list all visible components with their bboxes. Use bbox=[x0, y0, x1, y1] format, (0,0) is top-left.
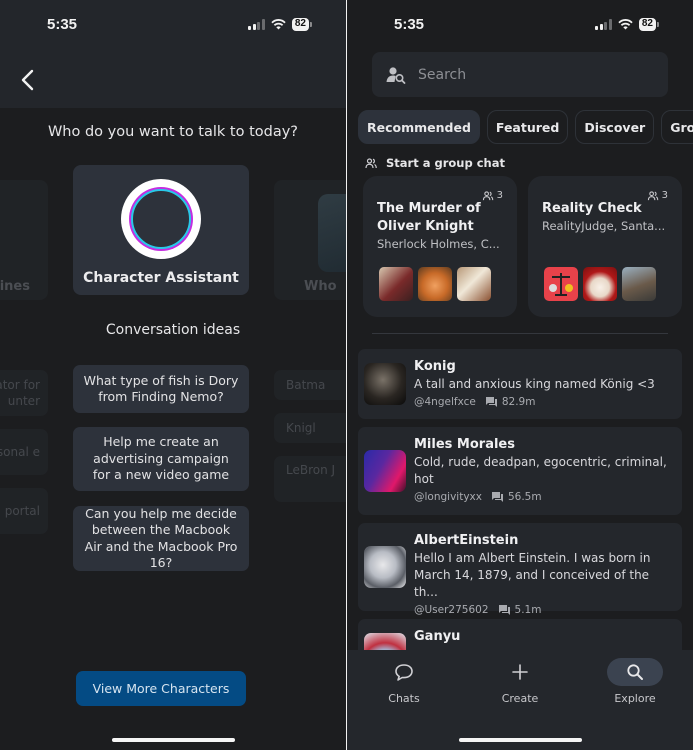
avatar-napoleon bbox=[457, 267, 491, 301]
chat-bubble-icon bbox=[395, 663, 413, 681]
chat-count: 82.9m bbox=[501, 396, 536, 408]
avatar-reality-judge bbox=[544, 267, 578, 301]
tab-discover[interactable]: Discover bbox=[575, 110, 655, 144]
idea-chip-faded[interactable]: Batma bbox=[274, 370, 346, 400]
creator-handle: @User275602 bbox=[414, 604, 489, 616]
idea-chip-faded[interactable]: ator for unter bbox=[0, 370, 48, 416]
group-chat-label: Start a group chat bbox=[386, 156, 505, 170]
character-name: lines bbox=[0, 279, 30, 294]
character-avatar bbox=[318, 194, 346, 272]
character-description: Cold, rude, deadpan, egocentric, crimina… bbox=[414, 455, 667, 486]
nav-explore[interactable]: Explore bbox=[595, 658, 675, 705]
wifi-icon bbox=[618, 19, 633, 30]
conversation-ideas-title: Conversation ideas bbox=[105, 322, 241, 338]
character-name: Who bbox=[304, 279, 337, 294]
status-time: 5:35 bbox=[47, 16, 78, 33]
character-card-assistant[interactable]: Character Assistant bbox=[73, 165, 249, 295]
avatar-sherlock bbox=[379, 267, 413, 301]
avatar-bigfoot bbox=[622, 267, 656, 301]
group-card[interactable]: 3 The Murder of Oliver Knight Sherlock H… bbox=[363, 176, 517, 317]
idea-chip-faded[interactable]: LeBron J bbox=[274, 456, 346, 502]
creator-handle: @4ngelfxce bbox=[414, 396, 476, 408]
plus-icon bbox=[512, 664, 528, 680]
character-name: Konig bbox=[414, 359, 456, 374]
chat-count-icon bbox=[491, 492, 503, 502]
view-more-characters-button[interactable]: View More Characters bbox=[76, 671, 246, 706]
character-description: Hello I am Albert Einstein. I was born i… bbox=[414, 551, 651, 599]
idea-chip[interactable]: Can you help me decide between the Macbo… bbox=[73, 506, 249, 571]
explore-screen: 5:35 82 Search Recommended Featured Disc… bbox=[347, 0, 693, 750]
wifi-icon bbox=[271, 19, 286, 30]
avatar-santa bbox=[583, 267, 617, 301]
chat-count-icon bbox=[498, 605, 510, 615]
character-name: Ganyu bbox=[414, 629, 461, 644]
idea-chip[interactable]: Help me create an advertising campaign f… bbox=[73, 427, 249, 491]
character-name: Miles Morales bbox=[414, 437, 515, 452]
group-people-icon bbox=[482, 190, 493, 200]
character-row[interactable]: Konig A tall and anxious king named Köni… bbox=[358, 349, 682, 419]
person-search-icon bbox=[386, 66, 406, 84]
chat-count: 56.5m bbox=[507, 491, 542, 503]
cellular-signal-icon bbox=[248, 19, 265, 30]
search-icon bbox=[627, 664, 643, 680]
nav-label: Chats bbox=[388, 692, 420, 705]
character-avatar bbox=[364, 363, 406, 405]
nav-chats[interactable]: Chats bbox=[364, 658, 444, 705]
avatar-squirrel bbox=[418, 267, 452, 301]
tab-recommended[interactable]: Recommended bbox=[358, 110, 480, 144]
category-tabs: Recommended Featured Discover Groups bbox=[358, 110, 693, 144]
character-avatar bbox=[364, 450, 406, 492]
nav-label: Explore bbox=[614, 692, 656, 705]
home-indicator[interactable] bbox=[112, 738, 235, 742]
group-title: The Murder of Oliver Knight bbox=[377, 201, 481, 234]
group-people-icon bbox=[365, 157, 377, 168]
bottom-nav: Chats Create Explore bbox=[347, 650, 693, 750]
character-card-previous[interactable]: lines bbox=[0, 180, 48, 300]
nav-create[interactable]: Create bbox=[480, 658, 560, 705]
idea-chip-faded[interactable]: ersonal e bbox=[0, 429, 48, 475]
chat-count-icon bbox=[485, 397, 497, 407]
start-group-chat-link[interactable]: Start a group chat bbox=[365, 156, 505, 170]
section-divider bbox=[372, 333, 668, 334]
character-row[interactable]: Miles Morales Cold, rude, deadpan, egoce… bbox=[358, 427, 682, 515]
group-title: Reality Check bbox=[542, 201, 642, 216]
page-prompt: Who do you want to talk to today? bbox=[47, 124, 299, 140]
status-bar: 5:35 82 bbox=[0, 0, 346, 50]
group-people-icon bbox=[647, 190, 658, 200]
status-time: 5:35 bbox=[394, 16, 425, 33]
idea-chip-faded[interactable]: portal bbox=[0, 488, 48, 534]
battery-icon: 82 bbox=[638, 18, 659, 31]
character-description: A tall and anxious king named König <3 bbox=[414, 377, 655, 391]
character-row[interactable]: AlbertEinstein Hello I am Albert Einstei… bbox=[358, 523, 682, 616]
creator-handle: @longivityxx bbox=[414, 491, 482, 503]
idea-chip-faded[interactable]: Knigl bbox=[274, 413, 346, 443]
character-name: AlbertEinstein bbox=[414, 533, 519, 548]
character-card-next[interactable]: Who bbox=[274, 180, 346, 300]
cellular-signal-icon bbox=[595, 19, 612, 30]
group-members: Sherlock Holmes, C... bbox=[377, 237, 500, 251]
home-indicator[interactable] bbox=[459, 738, 582, 742]
tab-featured[interactable]: Featured bbox=[486, 110, 569, 144]
character-name: Character Assistant bbox=[83, 270, 239, 286]
group-members: RealityJudge, Santa... bbox=[542, 219, 666, 233]
search-placeholder: Search bbox=[418, 66, 467, 83]
member-count: 3 bbox=[647, 190, 668, 201]
idea-chip[interactable]: What type of fish is Dory from Finding N… bbox=[73, 365, 249, 413]
nav-label: Create bbox=[501, 692, 539, 705]
back-chevron-icon[interactable] bbox=[18, 68, 38, 92]
character-picker-screen: 5:35 82 Who do you want to talk to today… bbox=[0, 0, 346, 750]
tab-groups[interactable]: Groups bbox=[661, 110, 693, 144]
assistant-ring-icon bbox=[121, 179, 201, 259]
group-card[interactable]: 3 Reality Check RealityJudge, Santa... bbox=[528, 176, 682, 317]
search-input[interactable]: Search bbox=[372, 52, 668, 97]
member-count: 3 bbox=[482, 190, 503, 201]
scales-icon bbox=[549, 273, 573, 296]
character-avatar bbox=[364, 546, 406, 588]
battery-icon: 82 bbox=[291, 18, 312, 31]
chat-count: 5.1m bbox=[514, 604, 542, 616]
status-bar: 5:35 82 bbox=[347, 0, 693, 50]
